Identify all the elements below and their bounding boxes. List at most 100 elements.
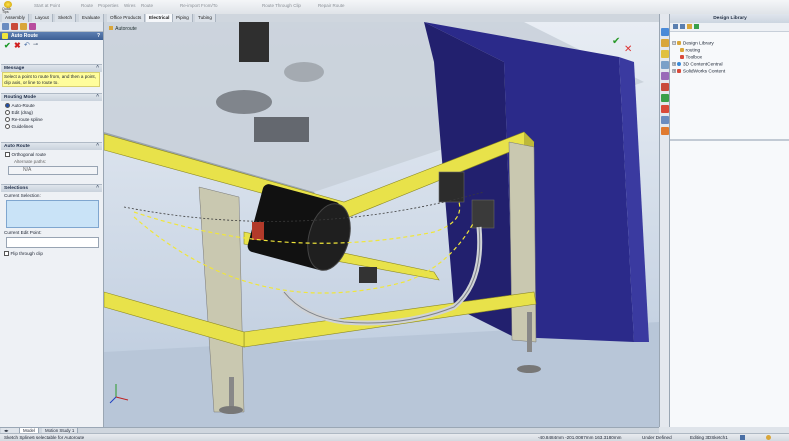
appearances-icon[interactable]	[661, 83, 669, 91]
confirm-ok-icon[interactable]: ✔	[612, 36, 620, 47]
view-palette-icon[interactable]	[661, 72, 669, 80]
ok-check-icon[interactable]: ✔	[4, 41, 11, 50]
confirm-cancel-icon[interactable]: ✕	[624, 44, 632, 55]
routing-library-icon[interactable]	[661, 116, 669, 124]
tree-item-design-library[interactable]: ⊟ Design Library	[672, 41, 714, 46]
routing-mode-reroute-spline[interactable]: Re-route spline	[5, 117, 43, 123]
re-import-button[interactable]: Re-import From/To	[180, 3, 218, 8]
routing-mode-edit-drag[interactable]: Edit (drag)	[5, 110, 33, 116]
pushpin-icon[interactable]: ⊸	[33, 41, 38, 50]
message-text: Select a point to route from, and then a…	[4, 74, 96, 85]
undo-icon[interactable]: ↶	[24, 41, 30, 50]
tab-office-products[interactable]: Office Products	[107, 14, 146, 22]
content-icon	[677, 69, 682, 73]
terminal-block[interactable]	[359, 267, 377, 283]
start-at-point-button[interactable]: Start at Point	[34, 3, 60, 8]
property-manager-title-bar: Auto Route ?	[0, 32, 103, 40]
routing-mode-guidelines[interactable]: Guidelines	[5, 124, 34, 130]
flyout-tree-label: Autoroute	[115, 26, 137, 32]
graphics-area[interactable]: ✔ ✕ Autoroute	[104, 22, 659, 427]
wires-button[interactable]: Wires	[124, 3, 136, 8]
help-icon[interactable]	[766, 435, 771, 440]
tab-assembly[interactable]: Assembly	[2, 14, 29, 22]
checkbox-icon[interactable]	[5, 152, 10, 158]
orthogonal-route-checkbox[interactable]: Orthogonal route	[5, 152, 46, 158]
collapse-icon[interactable]: ^	[96, 143, 99, 150]
tab-tubing[interactable]: Tubing	[195, 14, 216, 22]
route-through-clip-button[interactable]: Route Through Clip	[262, 3, 301, 8]
route-button-2[interactable]: Route	[141, 3, 153, 8]
design-library-title: Design Library	[670, 14, 789, 23]
toolbox-icon[interactable]	[661, 105, 669, 113]
file-explorer-icon[interactable]	[661, 50, 669, 58]
expand-icon[interactable]: ⊞	[672, 69, 676, 74]
tree-item-toolbox[interactable]: Toolbox	[680, 55, 702, 60]
custom-properties-icon[interactable]	[661, 94, 669, 102]
collapse-icon[interactable]: ^	[96, 94, 99, 101]
resources-icon[interactable]	[661, 28, 669, 36]
tab-layout[interactable]: Layout	[32, 14, 53, 22]
selections-section-header[interactable]: Selections ^	[1, 184, 102, 192]
mechanism	[254, 117, 309, 142]
refresh-icon[interactable]	[694, 24, 699, 29]
expand-icon[interactable]: ⊟	[672, 41, 676, 46]
wheel	[284, 62, 324, 82]
forward-icon[interactable]	[680, 24, 685, 29]
tree-item-routing[interactable]: routing	[680, 48, 700, 53]
radio-icon[interactable]	[5, 117, 10, 123]
flyout-tree[interactable]: Autoroute	[109, 26, 137, 32]
units-icon[interactable]	[740, 435, 745, 440]
flip-through-clip-checkbox[interactable]: Flip through clip	[4, 251, 43, 257]
repair-route-button[interactable]: Repair Route	[318, 3, 345, 8]
routing-mode-section-header[interactable]: Routing Mode ^	[1, 93, 102, 101]
expand-icon[interactable]: ⊞	[672, 62, 676, 67]
collapse-icon[interactable]: ^	[96, 185, 99, 192]
current-edit-point-label: Current Edit Point:	[4, 230, 42, 235]
radio-selected-icon[interactable]	[5, 103, 10, 109]
auto-route-icon	[2, 33, 8, 39]
message-section-header[interactable]: Message ^	[1, 64, 102, 72]
help-button[interactable]: ?	[97, 32, 100, 40]
radio-label: Guidelines	[11, 124, 34, 129]
folder-icon	[680, 48, 684, 52]
current-edit-point-field[interactable]	[6, 237, 99, 248]
appearance-icon[interactable]	[29, 23, 36, 30]
connector-box[interactable]	[438, 171, 465, 203]
feature-tree-icon[interactable]	[2, 23, 9, 30]
properties-button[interactable]: Properties	[98, 3, 119, 8]
assembly-icon	[109, 26, 113, 30]
assembly-3d-render[interactable]: ✔ ✕	[104, 22, 659, 427]
foot-pad	[219, 406, 243, 414]
cancel-x-icon[interactable]: ✖	[14, 41, 21, 50]
search-icon[interactable]	[661, 61, 669, 69]
message-header-label: Message	[4, 66, 25, 71]
auto-route-section-header[interactable]: Auto Route ^	[1, 142, 102, 150]
route-button[interactable]: Route	[81, 3, 93, 8]
add-folder-icon[interactable]	[687, 24, 692, 29]
radio-icon[interactable]	[5, 110, 10, 116]
pane-divider[interactable]	[670, 139, 789, 141]
tree-item-solidworks-content[interactable]: ⊞ SolidWorks Content	[672, 69, 725, 74]
tab-sketch[interactable]: Sketch	[55, 14, 77, 22]
current-selection-field[interactable]	[6, 200, 99, 228]
tree-item-label: 3D ContentCentral	[682, 62, 723, 68]
tree-item-label: Toolbox	[685, 55, 703, 61]
forum-icon[interactable]	[661, 127, 669, 135]
tree-item-3d-contentcentral[interactable]: ⊞ 3D ContentCentral	[672, 62, 723, 67]
routing-mode-auto-route[interactable]: Auto-Route	[5, 103, 35, 109]
tab-piping[interactable]: Piping	[173, 14, 193, 22]
routing-mode-header-label: Routing Mode	[4, 95, 36, 100]
tab-electrical[interactable]: Electrical	[146, 14, 174, 22]
design-library-icon[interactable]	[661, 39, 669, 47]
property-manager-icon[interactable]	[11, 23, 18, 30]
selections-header-label: Selections	[4, 186, 28, 191]
configuration-icon[interactable]	[20, 23, 27, 30]
alternate-paths-field[interactable]: N/A	[8, 166, 98, 175]
tab-evaluate[interactable]: Evaluate	[79, 14, 104, 22]
checkbox-icon[interactable]	[4, 251, 9, 257]
radio-label: Edit (drag)	[11, 110, 33, 115]
collapse-icon[interactable]: ^	[96, 65, 99, 72]
connector-box-2[interactable]	[471, 199, 495, 229]
back-icon[interactable]	[673, 24, 678, 29]
radio-icon[interactable]	[5, 124, 10, 130]
